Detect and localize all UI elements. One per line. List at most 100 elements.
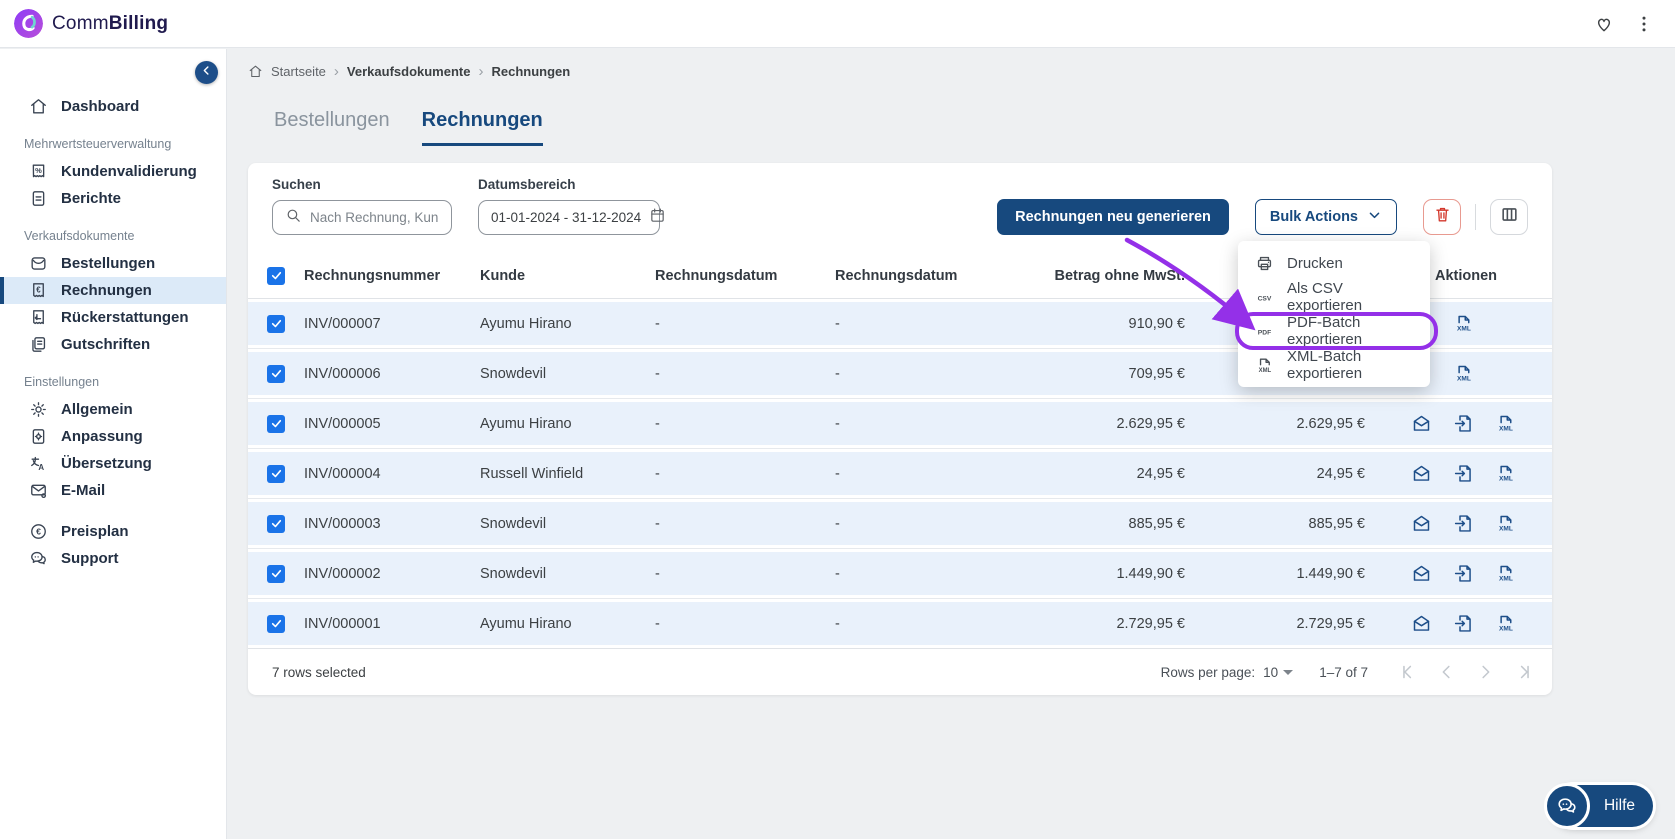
breadcrumb-separator: › xyxy=(333,63,339,80)
tab-bestellungen[interactable]: Bestellungen xyxy=(274,109,390,146)
sidebar-item-label: Allgemein xyxy=(61,401,133,418)
rows-per-page-select[interactable]: 10 xyxy=(1263,665,1294,680)
bulk-actions-button[interactable]: Bulk Actions xyxy=(1254,199,1397,235)
menu-item-xml-batch-exportieren[interactable]: XML XML-Batch exportieren xyxy=(1238,348,1430,382)
sidebar-item-rechnungen[interactable]: € Rechnungen xyxy=(0,277,226,304)
chat-icon xyxy=(28,549,48,569)
sidebar-item-gutschriften[interactable]: Gutschriften xyxy=(0,331,226,358)
rows-selected-text: 7 rows selected xyxy=(272,664,366,680)
svg-text:XML: XML xyxy=(1258,367,1271,373)
row-checkbox[interactable] xyxy=(267,364,285,383)
col-rechnungsnummer[interactable]: Rechnungsnummer xyxy=(304,268,480,284)
prev-page-icon[interactable] xyxy=(1436,661,1458,683)
xml-file-icon[interactable]: XML xyxy=(1495,613,1516,634)
mail-icon[interactable] xyxy=(1411,413,1432,434)
mail-icon[interactable] xyxy=(1411,563,1432,584)
mail-icon[interactable] xyxy=(1411,613,1432,634)
svg-text:XML: XML xyxy=(1499,476,1513,483)
sidebar-item-label: Rechnungen xyxy=(61,282,152,299)
cell-customer: Ayumu Hirano xyxy=(480,615,572,632)
svg-text:A: A xyxy=(38,463,44,472)
mail-icon[interactable] xyxy=(1411,513,1432,534)
export-icon[interactable] xyxy=(1453,563,1474,584)
bulk-actions-menu: Drucken CSV Als CSV exportieren PDF PDF-… xyxy=(1235,241,1438,387)
sidebar-item-r-ckerstattungen[interactable]: Rückerstattungen xyxy=(0,304,226,331)
menu-item-pdf-batch-exportieren[interactable]: PDF PDF-Batch exportieren xyxy=(1235,312,1438,350)
xml-file-icon[interactable]: XML xyxy=(1453,363,1474,384)
svg-text:%: % xyxy=(35,166,42,175)
breadcrumb-item-rechnungen[interactable]: Rechnungen xyxy=(491,64,570,79)
xml-file-icon[interactable]: XML xyxy=(1495,413,1516,434)
sidebar-item-anpassung[interactable]: Anpassung xyxy=(0,423,226,450)
row-checkbox[interactable] xyxy=(267,414,285,433)
pdf-icon: PDF xyxy=(1254,321,1274,341)
sidebar-item-bestellungen[interactable]: Bestellungen xyxy=(0,250,226,277)
table-footer: 7 rows selected Rows per page: 10 1–7 of… xyxy=(248,648,1552,695)
xml-file-icon[interactable]: XML xyxy=(1495,513,1516,534)
row-checkbox[interactable] xyxy=(267,464,285,483)
first-page-icon[interactable] xyxy=(1398,661,1420,683)
kebab-menu-icon[interactable] xyxy=(1633,13,1655,35)
xml-file-icon: XML xyxy=(1254,355,1274,375)
mail-icon[interactable] xyxy=(1411,463,1432,484)
columns-button[interactable] xyxy=(1490,199,1528,235)
tab-rechnungen[interactable]: Rechnungen xyxy=(421,109,543,146)
date-range-input[interactable]: 01-01-2024 - 31-12-2024 xyxy=(478,200,664,235)
cell-due-date: - xyxy=(835,615,840,632)
delete-button[interactable] xyxy=(1423,199,1461,235)
cell-amount-incl: 2.729,95 € xyxy=(1296,615,1365,632)
xml-file-icon[interactable]: XML xyxy=(1495,563,1516,584)
col-kunde[interactable]: Kunde xyxy=(480,268,655,284)
help-button[interactable]: Hilfe xyxy=(1543,783,1653,829)
col-betrag-ohne-mwst[interactable]: Betrag ohne MwSt. xyxy=(1015,268,1185,284)
row-checkbox[interactable] xyxy=(267,314,285,333)
toolbar-divider xyxy=(1475,204,1476,230)
next-page-icon[interactable] xyxy=(1474,661,1496,683)
sidebar-item-support[interactable]: Support xyxy=(0,545,226,572)
sidebar-item--bersetzung[interactable]: A Übersetzung xyxy=(0,450,226,477)
col-rechnungsdatum-2[interactable]: Rechnungsdatum xyxy=(835,268,1015,284)
heart-icon[interactable] xyxy=(1593,13,1615,35)
cell-amount-excl: 24,95 € xyxy=(1136,465,1185,482)
help-chat-icon xyxy=(1543,783,1590,829)
xml-file-icon[interactable]: XML xyxy=(1453,313,1474,334)
sidebar-item-berichte[interactable]: Berichte xyxy=(0,185,226,212)
menu-item-als-csv-exportieren[interactable]: CSV Als CSV exportieren xyxy=(1238,280,1430,314)
sidebar-collapse-button[interactable] xyxy=(195,61,218,84)
cell-customer: Ayumu Hirano xyxy=(480,415,572,432)
sidebar-item-label: Berichte xyxy=(61,190,122,207)
breadcrumb-item-verkaufsdokumente[interactable]: Verkaufsdokumente xyxy=(347,64,471,79)
printer-icon xyxy=(1254,253,1274,273)
svg-text:XML: XML xyxy=(1499,576,1513,583)
export-icon[interactable] xyxy=(1453,463,1474,484)
row-checkbox[interactable] xyxy=(267,564,285,583)
date-range-value: 01-01-2024 - 31-12-2024 xyxy=(491,210,642,225)
app-logo[interactable]: CommBilling xyxy=(14,9,168,38)
cell-invoice-number: INV/000006 xyxy=(304,365,381,382)
row-checkbox[interactable] xyxy=(267,514,285,533)
sidebar-item-dashboard[interactable]: Dashboard xyxy=(0,93,226,120)
sidebar-item-allgemein[interactable]: Allgemein xyxy=(0,396,226,423)
cell-amount-incl: 1.449,90 € xyxy=(1296,565,1365,582)
export-icon[interactable] xyxy=(1453,613,1474,634)
row-checkbox[interactable] xyxy=(267,614,285,633)
sidebar-item-e-mail[interactable]: E-Mail xyxy=(0,477,226,504)
table-row: INV/000005 Ayumu Hirano - - 2.629,95 € 2… xyxy=(248,398,1552,448)
generate-invoices-button[interactable]: Rechnungen neu generieren xyxy=(997,199,1229,235)
svg-text:CSV: CSV xyxy=(1257,295,1271,302)
search-input[interactable] xyxy=(310,210,439,225)
xml-file-icon[interactable]: XML xyxy=(1495,463,1516,484)
search-icon xyxy=(285,207,302,229)
date-range-label: Datumsbereich xyxy=(478,177,576,192)
select-all-checkbox[interactable] xyxy=(267,266,285,285)
last-page-icon[interactable] xyxy=(1512,661,1534,683)
export-icon[interactable] xyxy=(1453,413,1474,434)
sidebar-item-preisplan[interactable]: € Preisplan xyxy=(0,518,226,545)
svg-text:XML: XML xyxy=(1457,326,1471,333)
breadcrumb-item-startseite[interactable]: Startseite xyxy=(271,64,326,79)
cell-invoice-number: INV/000007 xyxy=(304,315,381,332)
export-icon[interactable] xyxy=(1453,513,1474,534)
col-rechnungsdatum[interactable]: Rechnungsdatum xyxy=(655,268,835,284)
menu-item-drucken[interactable]: Drucken xyxy=(1238,246,1430,280)
sidebar-item-kundenvalidierung[interactable]: % Kundenvalidierung xyxy=(0,158,226,185)
